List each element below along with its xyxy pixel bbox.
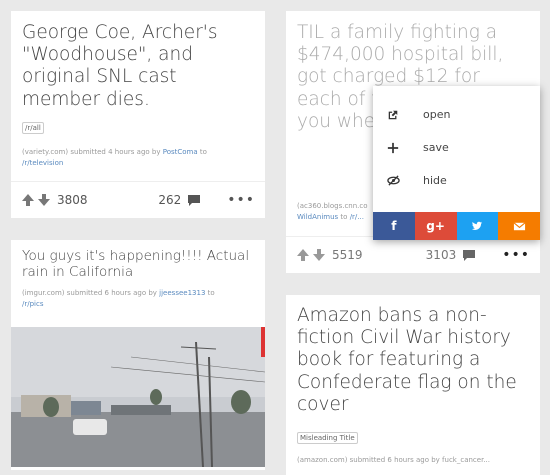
- subreddit-link[interactable]: /r/pics: [22, 300, 43, 308]
- post-meta-text: (amazon.com) submitted 6 hours ago by fu…: [297, 456, 490, 464]
- menu-item-label: save: [423, 141, 449, 154]
- post-footer: 5519 3103 •••: [286, 236, 540, 273]
- subreddit-link[interactable]: /r/television: [22, 159, 63, 167]
- score: 5519: [332, 248, 363, 262]
- comment-icon[interactable]: [462, 248, 476, 262]
- email-share-button[interactable]: [498, 212, 540, 240]
- post-title[interactable]: George Coe, Archer's "Woodhouse", and or…: [22, 22, 254, 111]
- facebook-share-button[interactable]: f: [373, 212, 415, 240]
- vote-controls: 3808: [21, 193, 88, 207]
- downvote-icon[interactable]: [37, 193, 51, 207]
- to-text: to: [340, 213, 348, 221]
- downvote-icon[interactable]: [312, 248, 326, 262]
- post-card: Amazon bans a non-fiction Civil War hist…: [286, 295, 540, 475]
- eye-slash-icon: [385, 173, 401, 189]
- twitter-share-button[interactable]: [456, 212, 499, 240]
- vote-controls: 5519: [296, 248, 363, 262]
- facebook-icon: f: [391, 219, 397, 233]
- score: 3808: [57, 193, 88, 207]
- post-card: George Coe, Archer's "Woodhouse", and or…: [11, 11, 265, 218]
- menu-item-save[interactable]: save: [373, 131, 540, 164]
- comment-count[interactable]: 262: [158, 193, 181, 207]
- post-meta: (imgur.com) submitted 6 hours ago by jje…: [22, 288, 257, 310]
- email-icon: [513, 221, 526, 230]
- post-meta: (variety.com) submitted 4 hours ago by P…: [22, 147, 254, 169]
- upvote-icon[interactable]: [21, 193, 35, 207]
- more-options-button[interactable]: •••: [227, 192, 255, 208]
- flair-tag: Misleading Title: [297, 432, 358, 444]
- more-options-button[interactable]: •••: [502, 247, 530, 263]
- post-domain[interactable]: (imgur.com): [22, 289, 65, 297]
- post-submitted: submitted 4 hours ago by: [70, 148, 161, 156]
- post-title[interactable]: Amazon bans a non-fiction Civil War hist…: [297, 305, 532, 416]
- comment-icon[interactable]: [187, 193, 201, 207]
- twitter-icon: [472, 221, 483, 230]
- to-text: to: [207, 289, 215, 297]
- flair-tag: /r/all: [22, 122, 44, 134]
- post-meta: (amazon.com) submitted 6 hours ago by fu…: [297, 455, 532, 466]
- post-domain[interactable]: (ac360.blogs.cnn.co: [297, 202, 368, 210]
- author-link[interactable]: jjeessee1313: [159, 289, 205, 297]
- menu-item-label: hide: [423, 174, 447, 187]
- comment-count[interactable]: 3103: [426, 248, 457, 262]
- post-title[interactable]: You guys it's happening!!!! Actual rain …: [22, 248, 262, 280]
- post-footer: 3808 262 •••: [11, 181, 265, 218]
- author-link[interactable]: WildAnimus: [297, 213, 338, 221]
- menu-item-hide[interactable]: hide: [373, 164, 540, 197]
- post-options-menu: open save hide f g+: [373, 86, 540, 240]
- post-submitted: submitted 6 hours ago by: [66, 289, 157, 297]
- post-card: You guys it's happening!!!! Actual rain …: [11, 240, 265, 470]
- author-link[interactable]: PostComa: [163, 148, 198, 156]
- upvote-icon[interactable]: [296, 248, 310, 262]
- google-plus-share-button[interactable]: g+: [414, 212, 457, 240]
- to-text: to: [199, 148, 207, 156]
- plus-icon: [385, 140, 401, 156]
- share-bar: f g+: [373, 212, 540, 240]
- subreddit-link[interactable]: /r/...: [350, 213, 364, 221]
- post-thumbnail-image[interactable]: [11, 327, 265, 467]
- menu-item-open[interactable]: open: [373, 98, 540, 131]
- menu-item-label: open: [423, 108, 451, 121]
- google-plus-icon: g+: [426, 219, 445, 233]
- external-link-icon: [385, 107, 401, 123]
- post-domain[interactable]: (variety.com): [22, 148, 68, 156]
